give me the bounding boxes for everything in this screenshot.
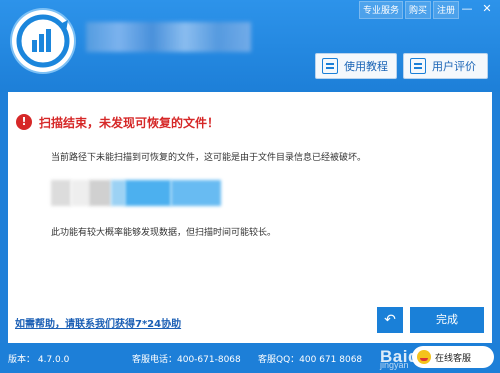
app-title-blurred xyxy=(86,22,251,52)
qq-text: 客服QQ：400 671 8068 xyxy=(258,355,363,365)
document-icon xyxy=(322,58,338,74)
done-button[interactable]: 完成 xyxy=(410,307,484,333)
buy-button[interactable]: 购买 xyxy=(405,1,431,19)
close-button[interactable]: ✕ xyxy=(476,0,498,18)
title-bar: 专业服务 购买 注册 — ✕ 使用教程 用户评价 xyxy=(0,0,500,92)
pro-service-button[interactable]: 专业服务 xyxy=(359,1,403,19)
minimize-button[interactable]: — xyxy=(456,0,478,18)
help-link[interactable]: 如需帮助，请联系我们获得7*24协助 xyxy=(15,315,181,330)
version-text: 版本： 4.7.0.0 xyxy=(8,355,70,365)
online-support-label: 在线客服 xyxy=(435,353,472,364)
error-icon: ! xyxy=(16,114,32,130)
back-button[interactable]: ↶ xyxy=(377,307,403,333)
tutorial-button[interactable]: 使用教程 xyxy=(315,53,397,79)
message-path: 当前路径下未能扫描到可恢复的文件，这可能是由于文件目录信息已经被破坏。 xyxy=(51,153,367,163)
penguin-icon xyxy=(417,350,431,364)
blurred-path-region xyxy=(51,180,221,206)
watermark-sub: jingyan xyxy=(380,360,409,370)
phone-text: 客服电话：400-671-8068 xyxy=(132,355,241,365)
online-support-button[interactable]: 在线客服 xyxy=(412,346,494,368)
error-title: 扫描结束，未发现可恢复的文件！ xyxy=(39,116,220,130)
message-deep-scan: 此功能有较大概率能够发现数据，但扫描时间可能较长。 xyxy=(51,228,277,238)
chat-icon xyxy=(410,58,426,74)
result-panel: ! 扫描结束，未发现可恢复的文件！ 当前路径下未能扫描到可恢复的文件，这可能是由… xyxy=(8,92,492,343)
review-button[interactable]: 用户评价 xyxy=(403,53,488,79)
tutorial-label: 使用教程 xyxy=(344,60,388,73)
app-logo-icon xyxy=(12,10,74,72)
review-label: 用户评价 xyxy=(432,60,476,73)
